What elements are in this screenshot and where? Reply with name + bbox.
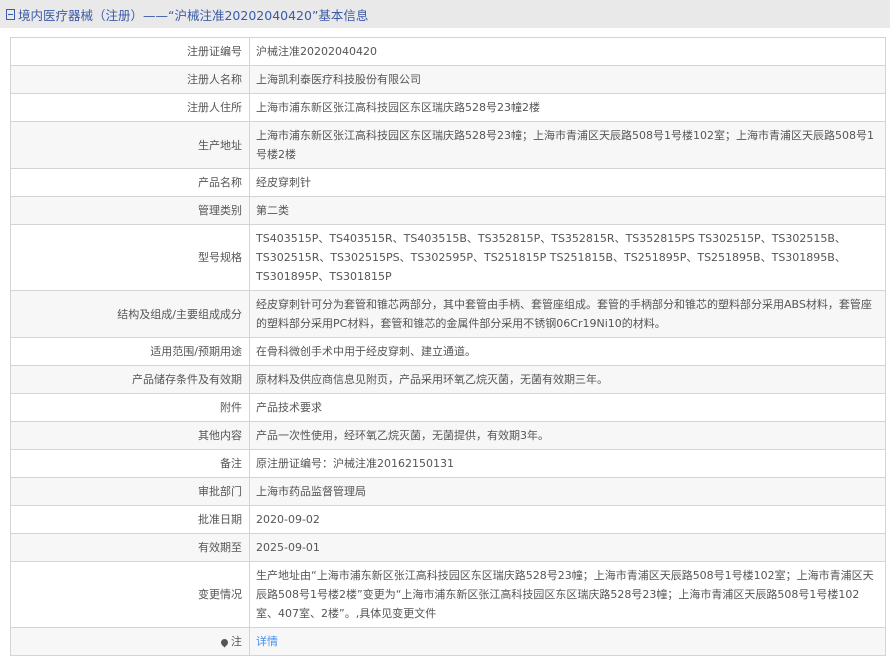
row-value: 经皮穿刺针	[249, 168, 886, 197]
table-row: 注册人住所 上海市浦东新区张江高科技园区东区瑞庆路528号23幢2楼	[10, 93, 886, 122]
note-row: 注 详情	[10, 627, 886, 656]
row-value: 经皮穿刺针可分为套管和锥芯两部分，其中套管由手柄、套管座组成。套管的手柄部分和锥…	[249, 290, 886, 338]
row-value: 上海市浦东新区张江高科技园区东区瑞庆路528号23幢2楼	[249, 93, 886, 122]
table-row: 审批部门 上海市药品监督管理局	[10, 477, 886, 506]
row-label: 其他内容	[10, 421, 250, 450]
info-table: 注册证编号 沪械注准20202040420 注册人名称 上海凯利泰医疗科技股份有限公司…	[10, 37, 886, 656]
row-label: 审批部门	[10, 477, 250, 506]
table-row: 注册人名称 上海凯利泰医疗科技股份有限公司	[10, 65, 886, 94]
row-value: 2020-09-02	[249, 505, 886, 534]
row-value: 上海市浦东新区张江高科技园区东区瑞庆路528号23幢；上海市青浦区天辰路508号…	[249, 121, 886, 169]
row-value: 2025-09-01	[249, 533, 886, 562]
row-value: 生产地址由“上海市浦东新区张江高科技园区东区瑞庆路528号23幢；上海市青浦区天…	[249, 561, 886, 628]
row-value: 上海市药品监督管理局	[249, 477, 886, 506]
row-value: TS403515P、TS403515R、TS403515B、TS352815P、…	[249, 224, 886, 291]
row-value: 原材料及供应商信息见附页，产品采用环氧乙烷灭菌，无菌有效期三年。	[249, 365, 886, 394]
row-value: 沪械注准20202040420	[249, 37, 886, 66]
row-label: 产品储存条件及有效期	[10, 365, 250, 394]
row-label: 适用范围/预期用途	[10, 337, 250, 366]
table-row: 结构及组成/主要组成成分 经皮穿刺针可分为套管和锥芯两部分，其中套管由手柄、套管座…	[10, 290, 886, 338]
row-label: 附件	[10, 393, 250, 422]
row-label: 变更情况	[10, 561, 250, 628]
note-label: 注	[231, 635, 242, 648]
row-label: 注册人住所	[10, 93, 250, 122]
row-label: 备注	[10, 449, 250, 478]
table-row: 备注 原注册证编号：沪械注准20162150131	[10, 449, 886, 478]
table-row: 有效期至 2025-09-01	[10, 533, 886, 562]
note-label-cell: 注	[10, 627, 250, 656]
row-label: 注册证编号	[10, 37, 250, 66]
table-row: 生产地址 上海市浦东新区张江高科技园区东区瑞庆路528号23幢；上海市青浦区天辰路…	[10, 121, 886, 169]
row-label: 产品名称	[10, 168, 250, 197]
row-label: 管理类别	[10, 196, 250, 225]
document-icon	[6, 8, 15, 20]
row-value: 产品技术要求	[249, 393, 886, 422]
row-value: 第二类	[249, 196, 886, 225]
row-label: 批准日期	[10, 505, 250, 534]
table-row: 管理类别 第二类	[10, 196, 886, 225]
note-value: 详情	[249, 627, 886, 656]
row-value: 原注册证编号：沪械注准20162150131	[249, 449, 886, 478]
table-row: 产品储存条件及有效期 原材料及供应商信息见附页，产品采用环氧乙烷灭菌，无菌有效期三…	[10, 365, 886, 394]
row-value: 产品一次性使用，经环氧乙烷灭菌，无菌提供，有效期3年。	[249, 421, 886, 450]
table-row: 型号规格 TS403515P、TS403515R、TS403515B、TS3528…	[10, 224, 886, 291]
page-header: 境内医疗器械（注册）——“沪械注准20202040420”基本信息	[0, 0, 890, 28]
details-link[interactable]: 详情	[256, 635, 278, 648]
row-label: 有效期至	[10, 533, 250, 562]
row-label: 结构及组成/主要组成成分	[10, 290, 250, 338]
location-pin-icon	[219, 637, 230, 647]
row-value: 上海凯利泰医疗科技股份有限公司	[249, 65, 886, 94]
table-row: 适用范围/预期用途 在骨科微创手术中用于经皮穿刺、建立通道。	[10, 337, 886, 366]
row-value: 在骨科微创手术中用于经皮穿刺、建立通道。	[249, 337, 886, 366]
row-label: 型号规格	[10, 224, 250, 291]
page-title: 境内医疗器械（注册）——“沪械注准20202040420”基本信息	[18, 7, 369, 23]
table-row: 附件 产品技术要求	[10, 393, 886, 422]
table-row: 变更情况 生产地址由“上海市浦东新区张江高科技园区东区瑞庆路528号23幢；上海市…	[10, 561, 886, 628]
row-label: 注册人名称	[10, 65, 250, 94]
table-row: 注册证编号 沪械注准20202040420	[10, 37, 886, 66]
row-label: 生产地址	[10, 121, 250, 169]
table-row: 其他内容 产品一次性使用，经环氧乙烷灭菌，无菌提供，有效期3年。	[10, 421, 886, 450]
table-row: 批准日期 2020-09-02	[10, 505, 886, 534]
table-row: 产品名称 经皮穿刺针	[10, 168, 886, 197]
